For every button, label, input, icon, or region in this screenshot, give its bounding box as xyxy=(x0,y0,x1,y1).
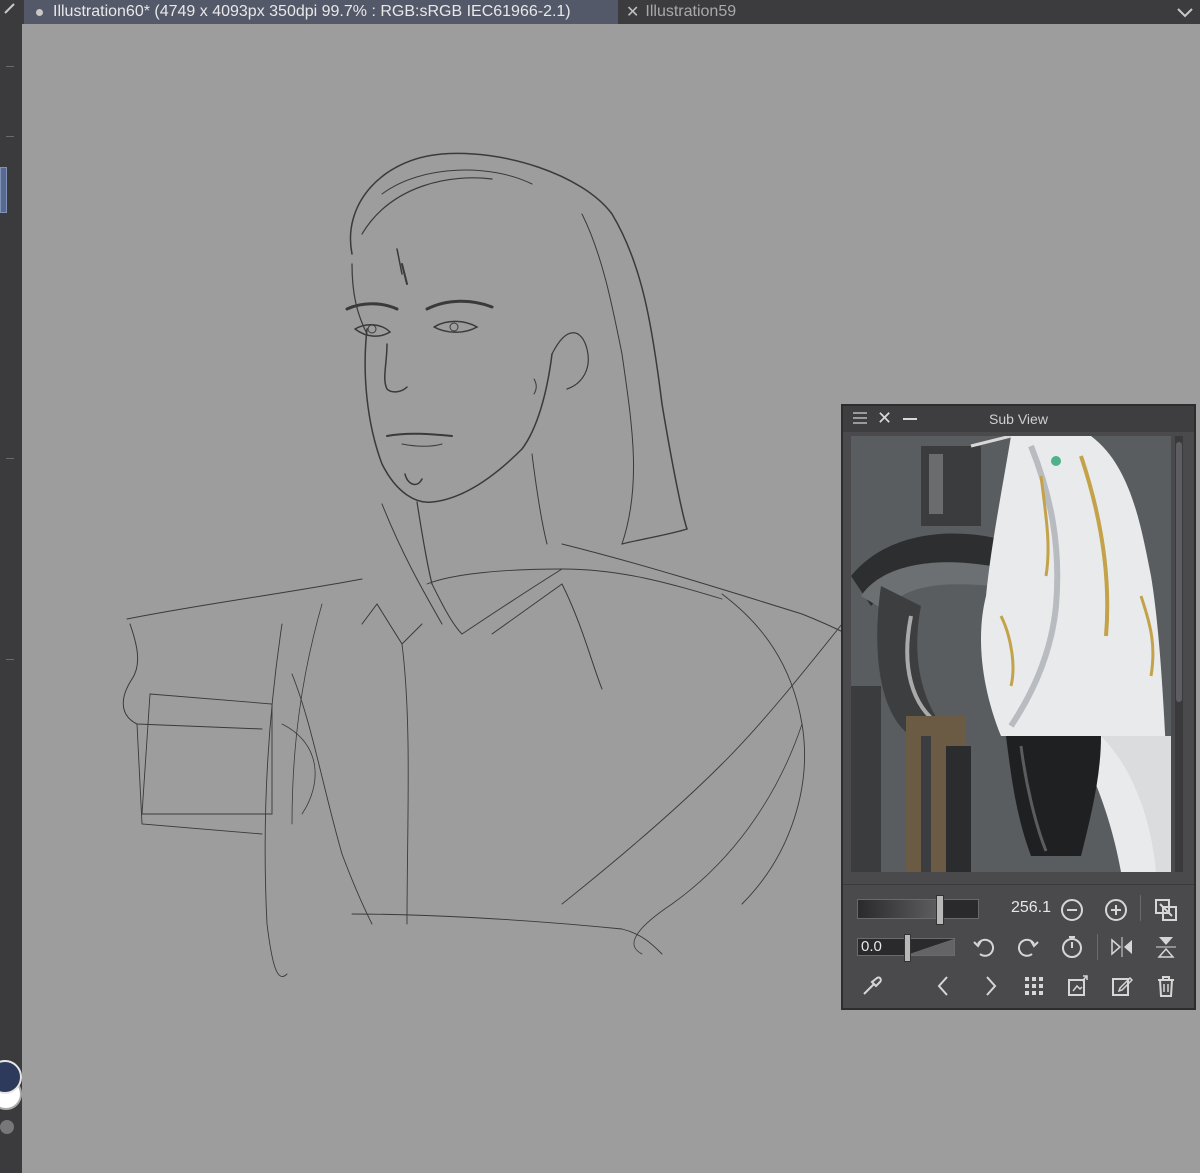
tab-illustration60[interactable]: Illustration60* (4749 x 4093px 350dpi 99… xyxy=(24,0,618,24)
rotate-left-icon[interactable] xyxy=(971,934,997,960)
zoom-out-icon[interactable] xyxy=(1059,897,1085,923)
fit-view-icon[interactable] xyxy=(1153,897,1179,923)
edit-icon[interactable] xyxy=(1109,973,1135,999)
panel-title: Sub View xyxy=(989,411,1048,427)
document-tab-bar: Illustration60* (4749 x 4093px 350dpi 99… xyxy=(22,0,1200,24)
flip-horizontal-icon[interactable] xyxy=(1109,934,1135,960)
rotate-right-icon[interactable] xyxy=(1015,934,1041,960)
divider xyxy=(1140,895,1141,921)
divider xyxy=(6,659,14,660)
reset-rotation-icon[interactable] xyxy=(1059,934,1085,960)
pencil-icon[interactable] xyxy=(2,0,18,16)
tab-label: Illustration60* (4749 x 4093px 350dpi 99… xyxy=(53,3,571,20)
tab-illustration59[interactable]: ✕ Illustration59 xyxy=(626,0,736,24)
next-icon[interactable] xyxy=(977,973,1003,999)
divider xyxy=(6,458,14,459)
close-icon[interactable]: ✕ xyxy=(626,2,639,22)
zoom-slider-handle[interactable] xyxy=(936,895,944,925)
unsaved-dot-icon xyxy=(36,8,43,16)
grid-icon[interactable] xyxy=(1021,973,1047,999)
rotation-value[interactable]: 0.0 xyxy=(861,938,882,955)
sub-view-panel: ✕ Sub View 256.1 0.0 xyxy=(841,404,1196,1010)
previous-icon[interactable] xyxy=(931,973,957,999)
divider xyxy=(1097,934,1098,960)
divider xyxy=(6,136,14,137)
selected-tool-indicator[interactable] xyxy=(0,167,7,213)
panel-header[interactable]: ✕ Sub View xyxy=(843,406,1194,432)
scrollbar-thumb[interactable] xyxy=(1176,442,1182,702)
eyedropper-icon[interactable] xyxy=(859,973,885,999)
zoom-in-icon[interactable] xyxy=(1103,897,1129,923)
tab-label: Illustration59 xyxy=(645,3,737,20)
rotation-slider-handle[interactable] xyxy=(904,934,911,962)
trash-icon[interactable] xyxy=(1153,973,1179,999)
zoom-value[interactable]: 256.1 xyxy=(1003,899,1051,917)
import-icon[interactable] xyxy=(1065,973,1091,999)
left-tool-strip xyxy=(0,0,22,1173)
color-swap-icon[interactable] xyxy=(0,1120,14,1134)
flip-vertical-icon[interactable] xyxy=(1153,934,1179,960)
divider xyxy=(843,884,1194,885)
divider xyxy=(6,66,14,67)
reference-image[interactable] xyxy=(851,436,1171,872)
chevron-down-icon[interactable] xyxy=(1176,0,1194,24)
zoom-slider[interactable] xyxy=(857,895,979,925)
vertical-scrollbar[interactable] xyxy=(1175,436,1183,872)
